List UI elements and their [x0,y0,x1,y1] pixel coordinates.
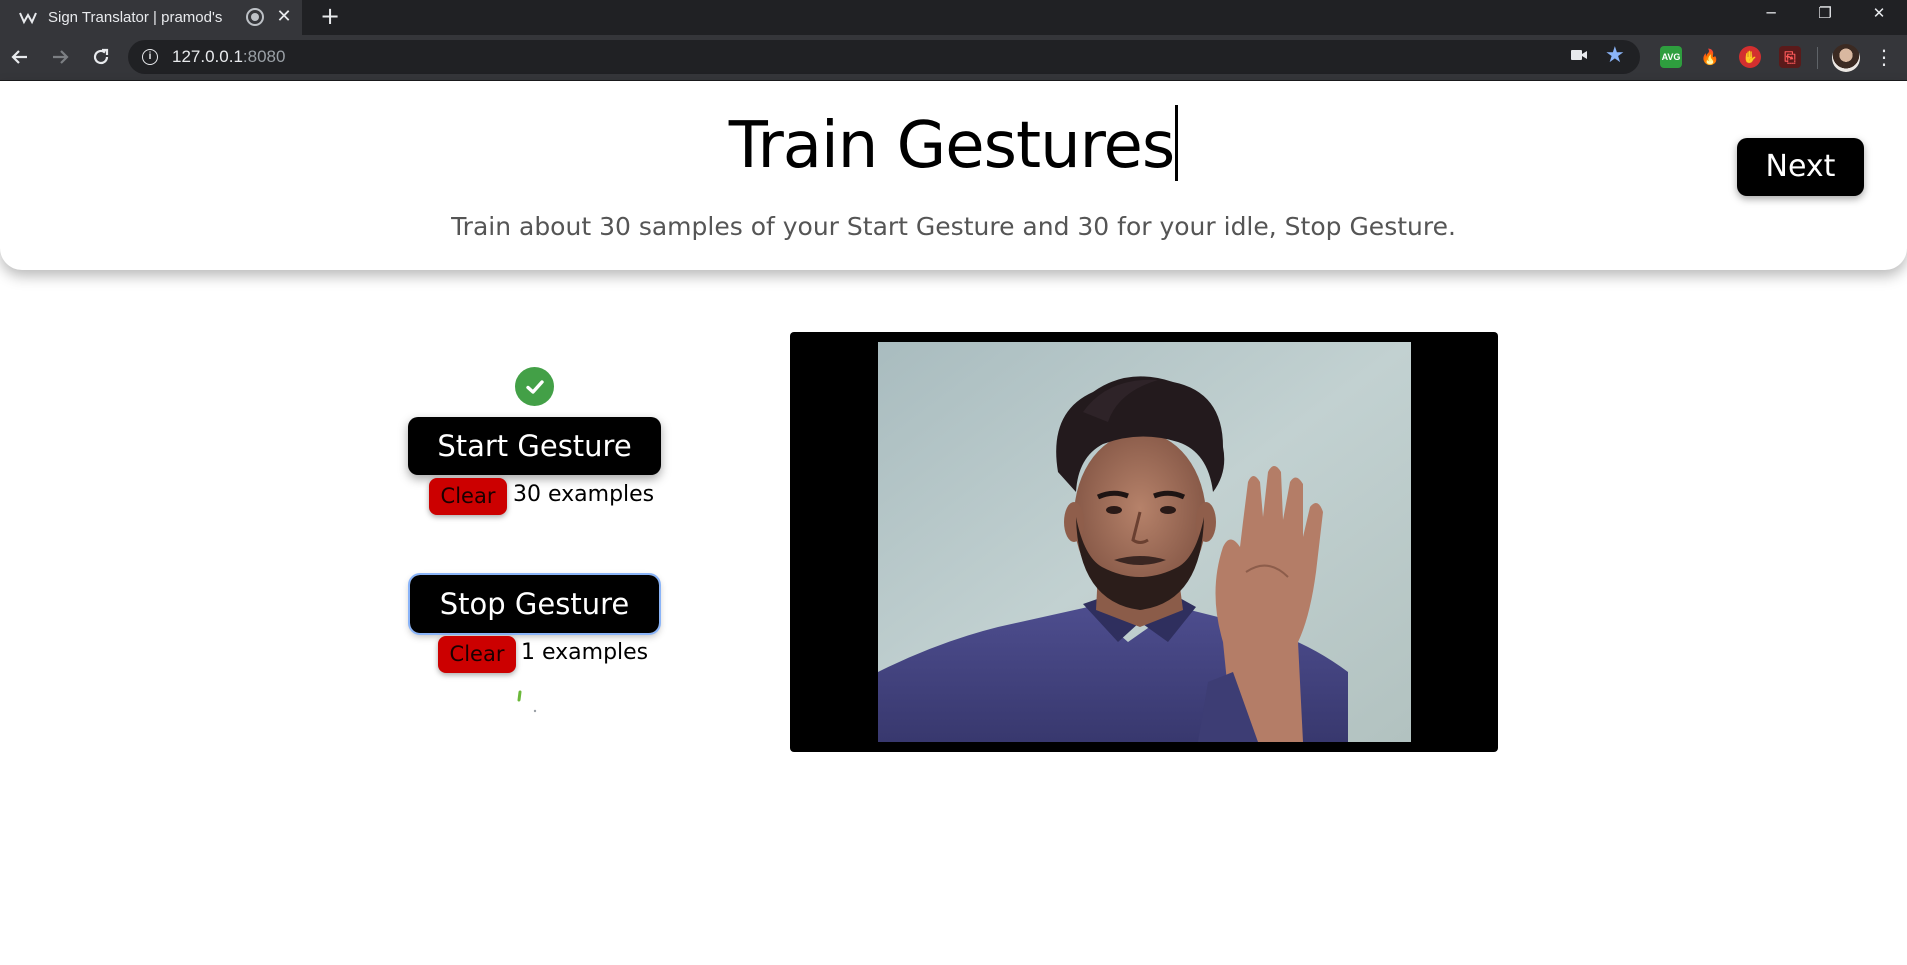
toolbar-divider [1817,47,1818,69]
reload-icon[interactable] [87,43,115,71]
camera-icon[interactable] [1570,48,1588,66]
webcam-image [878,342,1411,742]
page-subtitle: Train about 30 samples of your Start Ges… [451,212,1456,241]
start-gesture-button[interactable]: Start Gesture [408,417,661,475]
clear-start-button[interactable]: Clear [429,478,507,515]
header-card: Train Gestures Train about 30 samples of… [0,81,1907,270]
info-icon[interactable]: i [142,49,158,65]
minimize-icon[interactable]: ─ [1743,0,1799,30]
page-content: Train Gestures Train about 30 samples of… [0,81,1907,965]
stop-extension-icon[interactable]: ✋ [1739,46,1761,68]
next-button[interactable]: Next [1737,138,1864,196]
tab-close-icon[interactable]: ✕ [274,4,294,30]
browser-toolbar: i 127.0.0.1:8080 ★ AVG 🔥 ✋ ⎘ ⋮ [0,35,1907,81]
close-window-icon[interactable]: ✕ [1851,0,1907,30]
restore-icon[interactable]: ❐ [1797,0,1853,30]
stop-gesture-button[interactable]: Stop Gesture [408,573,661,635]
browser-tab[interactable]: Sign Translator | pramod's ✕ [0,0,302,35]
profile-avatar[interactable] [1832,44,1860,72]
tab-strip: Sign Translator | pramod's ✕ + ─ ❐ ✕ [0,0,1907,35]
clear-stop-button[interactable]: Clear [438,636,516,673]
tab-title: Sign Translator | pramod's [48,9,223,26]
url-text: 127.0.0.1:8080 [172,47,286,66]
check-icon [515,367,554,406]
text-caret [1175,105,1179,181]
start-count-label: 30 examples [513,482,655,507]
pdf-extension-icon[interactable]: ⎘ [1779,46,1801,68]
address-bar[interactable]: i 127.0.0.1:8080 ★ [128,40,1640,74]
recording-indicator-icon [246,8,264,26]
webcam-frame [790,332,1498,752]
stop-count-label: 1 examples [521,640,649,665]
new-tab-icon[interactable]: + [316,2,344,32]
browser-chrome: Sign Translator | pramod's ✕ + ─ ❐ ✕ i 1… [0,0,1907,81]
fire-extension-icon[interactable]: 🔥 [1699,46,1721,68]
back-icon[interactable] [6,43,34,71]
avg-extension-icon[interactable]: AVG [1660,46,1682,68]
page-title: Train Gestures [0,105,1907,183]
forward-icon[interactable] [46,43,74,71]
webcam-video [878,342,1411,742]
star-icon[interactable]: ★ [1605,43,1625,68]
favicon-icon [18,8,38,28]
menu-icon[interactable]: ⋮ [1874,43,1894,73]
loading-spinner-icon [517,690,537,713]
